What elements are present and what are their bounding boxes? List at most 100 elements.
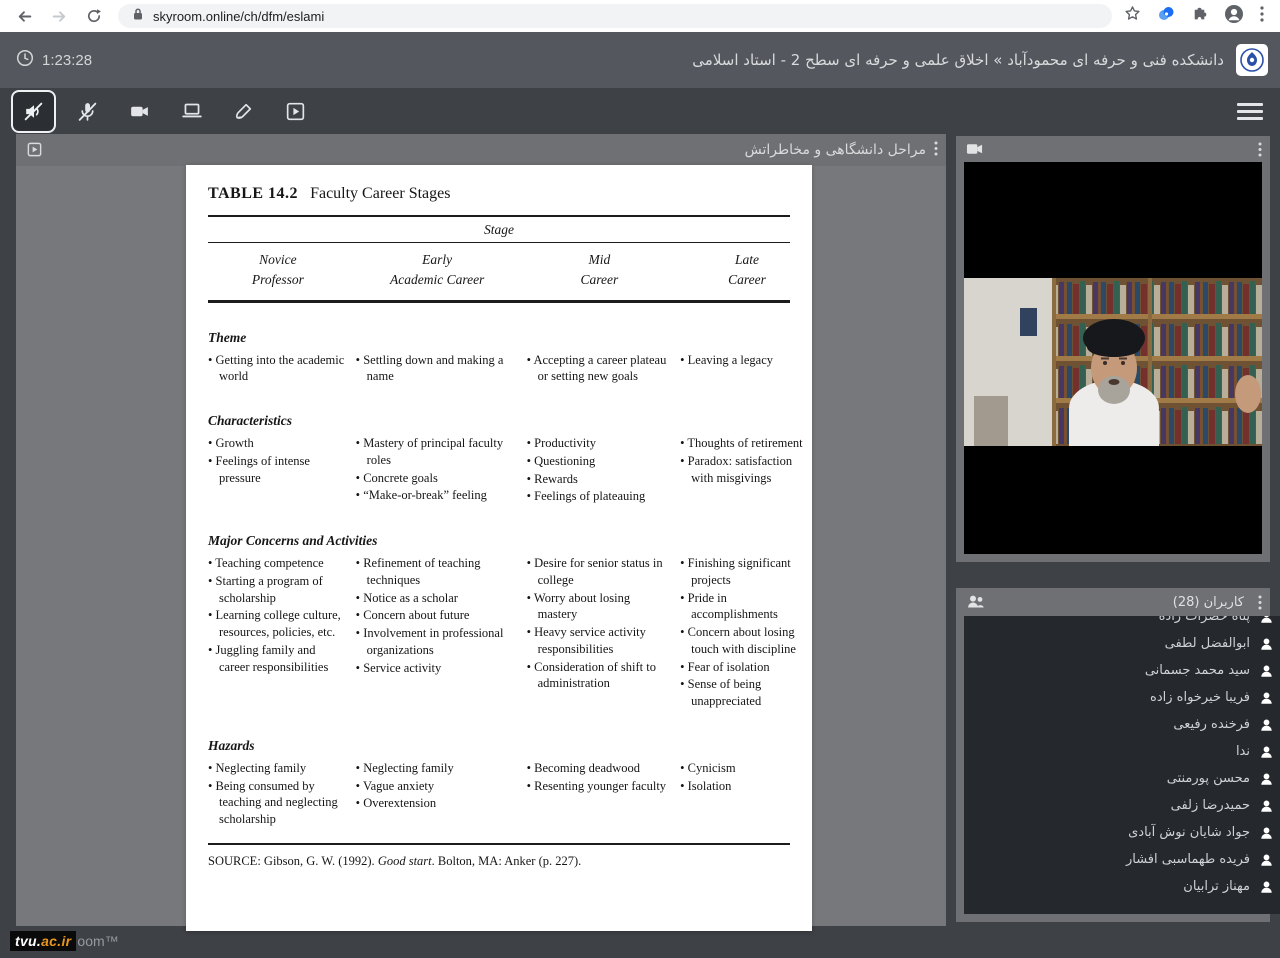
screen-share-button[interactable] [171,92,212,131]
table-bullet-item: Accepting a career plateau or setting ne… [527,352,673,386]
webcam-frame [964,278,1262,446]
presentation-icon [26,141,43,163]
table-section-heading: Hazards [208,737,255,753]
table-bullet-item: Service activity [356,660,519,677]
user-avatar-icon [1259,664,1274,678]
user-list-item[interactable]: جواد شایان نوش آبادی [976,819,1274,846]
table-cell: Finishing significant projectsPride in a… [680,555,812,711]
drawing-tool-button[interactable] [223,92,264,131]
profile-avatar-icon[interactable] [1224,4,1244,29]
user-list-item[interactable]: فریبا خیرخواه زاده [976,684,1274,711]
table-bullet-item: Pride in accomplishments [680,590,812,624]
microphone-mute-button[interactable] [67,92,108,131]
toolbar-menu-icon[interactable] [1237,103,1263,120]
tvu-badge-domain: ac.ir [41,932,72,949]
user-list-item[interactable]: محسن پورمنتی [976,765,1274,792]
user-name: پناه حضرات زاده [1158,616,1250,624]
table-cell: ProductivityQuestioningRewardsFeelings o… [527,435,673,506]
reload-icon[interactable] [86,8,102,24]
whiteboard-kebab-icon[interactable] [934,141,938,160]
skyroom-brand-remainder: oom™ [77,932,119,949]
extension-blue-icon[interactable] [1157,5,1175,28]
table-source: SOURCE: Gibson, G. W. (1992). Good start… [208,845,790,878]
table-bullet-item: Being consumed by teaching and neglectin… [208,778,348,828]
extensions-puzzle-icon[interactable] [1191,5,1208,27]
table-bullet-item: Heavy service activity responsibilities [527,624,673,658]
table-bullet-item: Fear of isolation [680,659,812,676]
back-icon[interactable] [16,8,33,25]
table-cell: GrowthFeelings of intense pressure [208,435,348,506]
table-bullet-item: Leaving a legacy [680,352,812,369]
user-avatar-icon [1259,826,1274,840]
table-bullet-item: Cynicism [680,760,812,777]
bookmark-star-icon[interactable] [1124,5,1141,27]
user-name: سید محمد جسمانی [1144,663,1250,678]
column-header: Mid Career [580,252,619,288]
users-panel: کاربران (28) پناه حضرات زاده ابوالفضل لطف… [956,588,1280,922]
users-panel-header: کاربران (28) [956,588,1270,616]
user-avatar-icon [1259,691,1274,705]
user-name: ابوالفضل لطفی [1164,636,1250,651]
table-bullet-item: Isolation [680,778,812,795]
table-section-heading: Characteristics [208,413,293,428]
table-cell: CynicismIsolation [680,760,812,829]
webcam-video [964,162,1262,554]
table-bullet-item: Overextension [356,795,519,812]
user-name: مهناز ترابیان [1183,879,1250,894]
table-bullet-item: Resenting younger faculty [527,778,673,795]
table-bullet-item: Feelings of intense pressure [208,453,348,487]
user-list-item[interactable]: ابوالفضل لطفی [976,630,1274,657]
speaker-mute-button[interactable] [11,89,56,133]
user-list-item[interactable]: فرخنده رفیعی [976,711,1274,738]
video-panel-kebab-icon[interactable] [1258,142,1262,162]
table-bullet-item: Concern about losing touch with discipli… [680,624,812,658]
user-list-item[interactable]: پناه حضرات زاده [976,616,1274,630]
university-logo [1236,44,1268,76]
user-list-item[interactable]: ندا [976,738,1274,765]
table-cell: Getting into the academic world [208,352,348,387]
whiteboard-stage: مراحل دانشگاهی و مخاطراتش TABLE 14.2 Facu… [16,134,946,931]
forward-icon[interactable] [51,8,68,25]
table-cell: Desire for senior status in collegeWorry… [527,555,673,711]
user-name: حمیدرضا زلفی [1170,798,1250,813]
table-bullet-item: Desire for senior status in college [527,555,673,589]
user-avatar-icon [1259,799,1274,813]
user-avatar-icon [1259,772,1274,786]
media-player-button[interactable] [275,92,316,131]
lock-icon [132,7,144,26]
table-bullet-item: Consideration of shift to administration [527,659,673,693]
table-cell: Settling down and making a name [356,352,519,387]
meeting-header: 1:23:28 دانشکده فنی و حرفه ای محمودآباد … [0,32,1280,88]
university-logo-icon [1240,48,1264,72]
user-avatar-icon [1259,745,1274,759]
users-list[interactable]: پناه حضرات زاده ابوالفضل لطفی سید محمد جسم… [964,616,1280,914]
table-bullet-item: Notice as a scholar [356,590,519,607]
document-slide: TABLE 14.2 Faculty Career Stages Stage No… [186,165,812,931]
table-bullet-item: Concrete goals [356,470,519,487]
table-bullet-item: Mastery of principal faculty roles [356,435,519,469]
user-avatar-icon [1259,880,1274,894]
address-bar[interactable]: skyroom.online/ch/dfm/eslami [118,4,1112,28]
browser-toolbar: skyroom.online/ch/dfm/eslami [0,0,1280,32]
browser-menu-kebab-icon[interactable] [1260,5,1264,27]
user-avatar-icon [1259,718,1274,732]
user-list-item[interactable]: فریده طهماسبی افشار [976,846,1274,873]
user-list-item[interactable]: حمیدرضا زلفی [976,792,1274,819]
whiteboard-title: مراحل دانشگاهی و مخاطراتش [744,142,926,158]
speaker-muted-icon [24,102,43,120]
user-name: ندا [1235,744,1250,759]
source-suffix: . Bolton, MA: Anker (p. 227). [431,853,582,868]
table-bullet-item: Vague anxiety [356,778,519,795]
users-panel-kebab-icon[interactable] [1258,595,1262,615]
user-list-item[interactable]: سید محمد جسمانی [976,657,1274,684]
table-bullet-item: Paradox: satisfaction with misgivings [680,453,812,487]
table-label: TABLE 14.2 [208,185,299,202]
whiteboard-header: مراحل دانشگاهی و مخاطراتش [16,134,946,166]
session-timer: 1:23:28 [16,32,92,88]
webcam-button[interactable] [119,92,160,131]
column-header: Novice Professor [251,252,304,288]
table-bullet-item: Questioning [527,453,673,470]
meeting-title: دانشکده فنی و حرفه ای محمودآباد » اخلاق … [692,51,1224,69]
user-avatar-icon [1259,853,1274,867]
user-list-item[interactable]: مهناز ترابیان [976,873,1274,900]
